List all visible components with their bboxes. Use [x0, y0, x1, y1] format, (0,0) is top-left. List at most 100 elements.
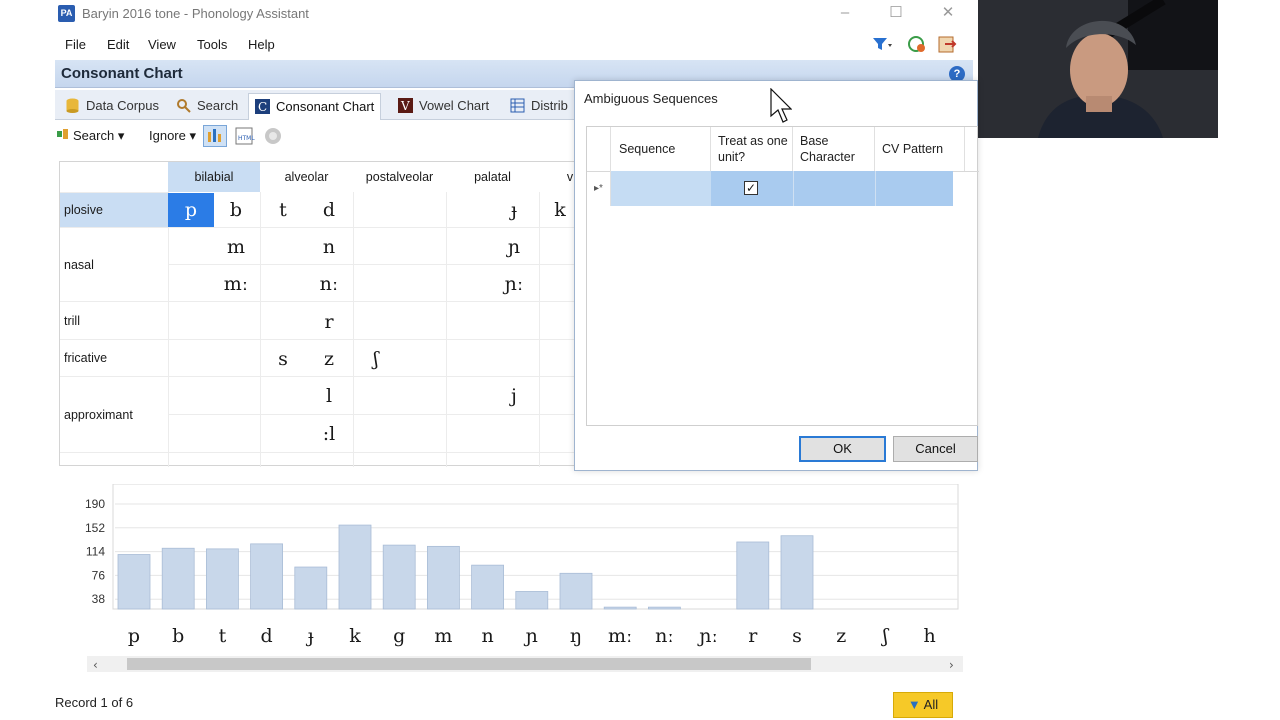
cv-pattern-cell[interactable] [875, 171, 953, 206]
row-header[interactable]: nasal [60, 227, 168, 301]
grid-divider [353, 192, 354, 467]
phone-cell[interactable]: d [306, 193, 352, 227]
filter-icon[interactable] [870, 34, 892, 54]
phone-cell[interactable]: n [306, 230, 352, 264]
html-view-button[interactable]: HTML [234, 126, 256, 149]
bar [338, 524, 372, 610]
phone-cell[interactable]: t [260, 193, 306, 227]
x-tick-label: h [923, 625, 935, 647]
phone-cell[interactable]: ɟ [491, 193, 537, 227]
menu-help[interactable]: Help [248, 37, 275, 52]
vowel-chart-icon: V [398, 98, 413, 113]
export-icon[interactable] [936, 34, 958, 54]
phone-cell[interactable]: ɲ [491, 230, 537, 264]
row-header[interactable]: approximant [60, 376, 168, 452]
grid-divider [168, 376, 580, 377]
ignore-label: Ignore [149, 128, 186, 143]
tab-vowel-chart[interactable]: V Vowel Chart [392, 93, 495, 120]
chart-view-button[interactable] [203, 125, 227, 147]
column-header[interactable]: v [539, 162, 579, 192]
scroll-left-icon[interactable]: ‹ [93, 658, 98, 672]
grid-divider [168, 264, 580, 265]
app-icon: PA [58, 5, 75, 22]
search-dropdown[interactable]: Search ▾ [57, 128, 124, 144]
base-character-cell[interactable] [793, 171, 875, 206]
svg-text:C: C [258, 100, 267, 114]
filter-all-button[interactable]: ▼ All [893, 692, 953, 718]
row-header[interactable]: trill [60, 301, 168, 339]
x-tick-label: nː [655, 625, 674, 647]
sync-icon[interactable] [906, 34, 928, 54]
phone-cell[interactable]: s [260, 342, 306, 376]
grid-divider [60, 452, 580, 453]
bar [161, 547, 195, 610]
phone-cell[interactable]: r [306, 305, 352, 339]
bar [559, 572, 593, 610]
column-header-treat-as-unit[interactable]: Treat as one unit? [711, 127, 793, 171]
x-tick-label: g [393, 625, 405, 647]
menu-file[interactable]: File [65, 37, 86, 52]
x-tick-label: d [261, 625, 273, 647]
column-header-cv-pattern[interactable]: CV Pattern [875, 127, 965, 171]
phone-cell[interactable]: mː [213, 267, 259, 301]
tab-consonant-chart[interactable]: C Consonant Chart [248, 93, 382, 120]
x-tick-label: ɟ [306, 625, 314, 647]
new-row-marker: ▸* [587, 171, 611, 206]
phone-cell[interactable]: p [168, 193, 214, 227]
grid-divider [168, 414, 580, 415]
refresh-button[interactable] [264, 127, 282, 148]
close-icon[interactable]: ✕ [938, 4, 958, 22]
distribution-grid-icon [510, 98, 525, 113]
column-header[interactable]: bilabial [168, 162, 260, 192]
bar [471, 564, 505, 610]
sequence-cell[interactable] [611, 171, 711, 206]
row-header[interactable]: fricative [60, 339, 168, 376]
ignore-dropdown[interactable]: Ignore ▾ [149, 128, 196, 144]
maximize-icon[interactable]: ☐ [886, 4, 906, 22]
status-bar: Record 1 of 6 ▼ All [55, 690, 973, 720]
menu-tools[interactable]: Tools [197, 37, 227, 52]
grid-divider [539, 192, 540, 467]
column-header-base-character[interactable]: Base Character [793, 127, 875, 171]
phone-cell[interactable]: nː [306, 267, 352, 301]
tab-label: Data Corpus [86, 98, 159, 113]
ok-button[interactable]: OK [799, 436, 886, 462]
phone-cell[interactable]: b [213, 193, 259, 227]
bar [736, 541, 770, 610]
x-tick-label: p [128, 625, 140, 647]
phone-cell[interactable]: m [213, 230, 259, 264]
tab-distribution[interactable]: Distrib [504, 93, 574, 120]
treat-as-unit-checkbox[interactable]: ✓ [744, 181, 758, 195]
scroll-right-icon[interactable]: › [949, 658, 954, 672]
menu-bar: File Edit View Tools Help [55, 30, 973, 58]
dialog-title: Ambiguous Sequences [584, 91, 718, 106]
bar [603, 606, 637, 610]
row-header[interactable]: plosive [60, 192, 168, 227]
column-header[interactable]: postalveolar [353, 162, 446, 192]
phone-cell[interactable]: :l [306, 417, 352, 451]
phone-cell[interactable]: z [306, 342, 352, 376]
phone-cell[interactable]: j [491, 379, 537, 413]
bar-chart-svg: 190 152 114 76 38 p b t d ɟ k g m n ɲ ŋ mː nː ɲː r s z ʃ h ‹ › [85, 483, 963, 672]
minimize-icon[interactable]: – [835, 4, 855, 22]
phone-cell[interactable]: l [306, 379, 352, 413]
tab-label: Search [197, 98, 239, 113]
sequences-grid: Sequence Treat as one unit? Base Charact… [586, 126, 979, 426]
phone-cell[interactable]: ʃ [353, 342, 399, 376]
menu-edit[interactable]: Edit [107, 37, 129, 52]
column-header[interactable]: alveolar [260, 162, 353, 192]
menu-view[interactable]: View [148, 37, 176, 52]
phone-cell[interactable]: ɲː [491, 267, 537, 301]
tab-data-corpus[interactable]: Data Corpus [59, 93, 165, 120]
y-tick-label: 76 [92, 568, 106, 582]
column-header-sequence[interactable]: Sequence [611, 127, 711, 171]
treat-as-unit-cell[interactable]: ✓ [711, 171, 793, 206]
column-header[interactable]: palatal [446, 162, 539, 192]
tab-search[interactable]: Search [170, 93, 244, 120]
cancel-button[interactable]: Cancel [893, 436, 978, 462]
bar [206, 548, 239, 610]
x-tick-label: ɲ [524, 625, 538, 647]
scrollbar-thumb[interactable] [127, 658, 811, 670]
y-tick-label: 38 [92, 592, 106, 606]
y-tick-label: 190 [85, 497, 105, 511]
